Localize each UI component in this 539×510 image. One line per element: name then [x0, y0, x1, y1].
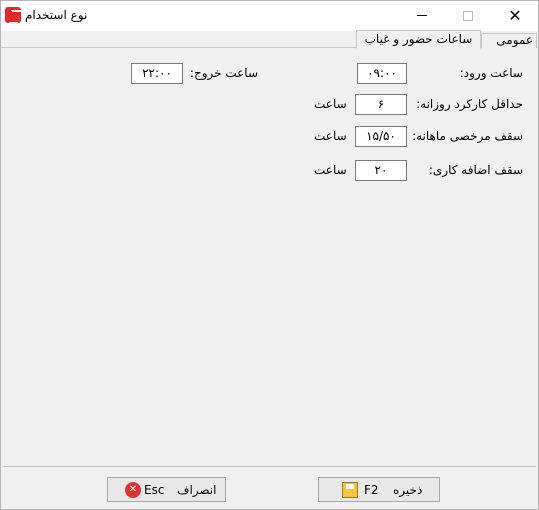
tab-general[interactable]: عمومی — [481, 33, 537, 48]
overtime-cap-field[interactable]: ۲۰ — [355, 160, 407, 181]
tab-attendance-hours[interactable]: ساعات حضور و غیاب — [356, 30, 481, 49]
minimize-button[interactable] — [399, 1, 445, 30]
window-title: نوع استخدام — [25, 8, 88, 22]
app-logo-icon — [5, 7, 21, 23]
save-button[interactable]: F2 ذخیره — [318, 477, 440, 502]
close-icon: ✕ — [508, 6, 522, 25]
save-shortcut: F2 — [364, 483, 379, 497]
cancel-icon: ✕ — [125, 482, 141, 498]
min-daily-work-unit: ساعت — [314, 97, 347, 111]
exit-time-field[interactable]: ۲۲:۰۰ — [131, 63, 183, 84]
footer-bar: ✕ Esc انصراف F2 ذخیره — [3, 466, 536, 507]
monthly-leave-cap-unit: ساعت — [314, 129, 347, 143]
monthly-leave-cap-label: سقف مرخصی ماهانه: — [412, 129, 523, 143]
dialog-window: نوع استخدام ✕ عمومی ساعات حضور و غیاب سا… — [0, 0, 539, 510]
tab-strip: عمومی ساعات حضور و غیاب — [1, 30, 538, 49]
cancel-label: انصراف — [177, 483, 217, 497]
monthly-leave-cap-field[interactable]: ۱۵/۵۰ — [355, 126, 407, 147]
entry-time-label: ساعت ورود: — [459, 66, 523, 80]
min-daily-work-field[interactable]: ۶ — [355, 94, 407, 115]
save-label: ذخیره — [393, 483, 423, 497]
maximize-icon — [463, 10, 473, 21]
minimize-icon — [417, 15, 427, 16]
entry-time-field[interactable]: ۰۹:۰۰ — [357, 63, 407, 84]
tab-content: ساعت ورود: ۰۹:۰۰ ساعت خروج: ۲۲:۰۰ حداقل … — [3, 49, 536, 465]
tab-attendance-label: ساعات حضور و غیاب — [364, 32, 473, 46]
exit-time-label: ساعت خروج: — [189, 66, 258, 80]
save-icon — [342, 482, 358, 498]
overtime-cap-unit: ساعت — [314, 163, 347, 177]
title-bar[interactable]: نوع استخدام ✕ — [1, 1, 538, 31]
cancel-shortcut: Esc — [144, 483, 165, 497]
min-daily-work-label: حداقل کارکرد روزانه: — [416, 97, 523, 111]
overtime-cap-label: سقف اضافه کاری: — [428, 163, 523, 177]
cancel-button[interactable]: ✕ Esc انصراف — [107, 477, 226, 502]
close-button[interactable]: ✕ — [492, 1, 538, 30]
maximize-button[interactable] — [445, 1, 491, 30]
